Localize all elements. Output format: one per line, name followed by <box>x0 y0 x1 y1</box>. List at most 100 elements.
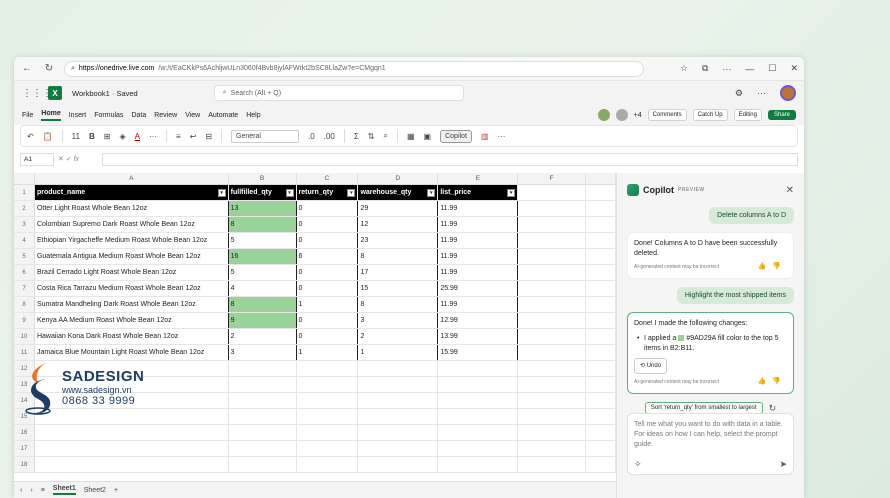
filter-dropdown-icon[interactable]: ▾ <box>217 189 226 197</box>
feedback-icons[interactable]: 👍👎 <box>758 262 787 272</box>
refresh-icon[interactable]: ↻ <box>769 403 777 414</box>
row-number[interactable]: 7 <box>14 281 35 296</box>
table-cell[interactable]: 13.99 <box>438 329 519 344</box>
table-cell[interactable] <box>358 361 439 376</box>
row-number[interactable]: 3 <box>14 217 35 232</box>
table-cell[interactable]: 5 <box>229 265 297 280</box>
table-cell[interactable]: 25.99 <box>438 281 519 296</box>
table-cell[interactable]: 8 <box>358 249 439 264</box>
table-cell[interactable]: 1 <box>297 345 359 360</box>
fill-color-icon[interactable]: ◈ <box>119 132 125 141</box>
row-number[interactable]: 4 <box>14 233 35 248</box>
table-cell[interactable]: 8 <box>228 297 297 312</box>
table-cell[interactable] <box>358 393 439 408</box>
table-cell[interactable]: 12.99 <box>438 313 519 328</box>
more-icon[interactable]: ··· <box>149 132 157 141</box>
column-header[interactable] <box>586 173 616 184</box>
close-icon[interactable]: ✕ <box>790 63 798 74</box>
font-color-icon[interactable]: A <box>135 132 140 141</box>
column-header[interactable]: E <box>438 173 519 184</box>
table-cell[interactable] <box>438 409 519 424</box>
addins-icon[interactable]: ▥ <box>481 132 489 141</box>
row-number[interactable]: 18 <box>14 457 35 472</box>
table-cell[interactable] <box>586 281 616 296</box>
paste-icon[interactable]: 📋 <box>43 132 53 141</box>
select-all[interactable] <box>14 173 35 184</box>
favorites-icon[interactable]: ☆ <box>680 63 688 74</box>
maximize-icon[interactable]: ☐ <box>768 63 776 74</box>
menu-formulas[interactable]: Formulas <box>94 112 123 119</box>
column-header[interactable]: F <box>518 173 587 184</box>
menu-data[interactable]: Data <box>131 112 146 119</box>
table-cell[interactable] <box>297 409 359 424</box>
table-cell[interactable]: 15 <box>358 281 439 296</box>
table-cell[interactable]: Sumatra Mandheling Dark Roast Whole Bean… <box>35 297 229 312</box>
menu-view[interactable]: View <box>185 112 200 119</box>
share-button[interactable]: Share <box>767 110 796 120</box>
row-number[interactable]: 16 <box>14 425 35 440</box>
table-cell[interactable] <box>297 425 359 440</box>
table-cell[interactable] <box>586 345 616 360</box>
wrap-icon[interactable]: ↩ <box>190 132 197 141</box>
table-cell[interactable]: Kenya AA Medium Roast Whole Bean 12oz <box>35 313 229 328</box>
table-cell[interactable] <box>297 457 359 472</box>
spreadsheet-grid[interactable]: A B C D E F 1 product_name ▾ fullfilled_qty… <box>14 173 616 485</box>
table-cell[interactable]: 1 <box>358 345 439 360</box>
menu-insert[interactable]: Insert <box>69 112 87 119</box>
table-cell[interactable]: warehouse_qty ▾ <box>358 185 439 200</box>
menu-automate[interactable]: Automate <box>208 112 238 119</box>
menu-review[interactable]: Review <box>154 112 177 119</box>
row-number[interactable]: 6 <box>14 265 35 280</box>
presence-avatar[interactable] <box>597 109 610 121</box>
table-cell[interactable]: 11.99 <box>438 297 519 312</box>
table-cell[interactable] <box>297 377 359 392</box>
table-cell[interactable] <box>586 313 616 328</box>
find-icon[interactable]: ⌕ <box>384 131 388 141</box>
row-number[interactable]: 2 <box>14 201 35 216</box>
table-cell[interactable] <box>586 425 616 440</box>
filter-dropdown-icon[interactable]: ▾ <box>507 189 516 197</box>
column-header[interactable]: B <box>229 173 297 184</box>
search-input[interactable]: ⌕ Search (Alt + Q) <box>213 85 464 101</box>
table-cell[interactable] <box>518 249 587 264</box>
filter-dropdown-icon[interactable]: ▾ <box>427 189 436 197</box>
presence-count[interactable]: +4 <box>634 112 642 119</box>
back-icon[interactable]: ← <box>20 63 34 74</box>
table-cell[interactable]: return_qty ▾ <box>296 185 359 200</box>
number-format-select[interactable]: General <box>231 129 300 143</box>
table-cell[interactable] <box>586 457 616 472</box>
copilot-button[interactable]: Copilot <box>440 129 472 143</box>
more-icon[interactable]: ··· <box>722 64 731 74</box>
table-cell[interactable] <box>586 201 616 216</box>
table-cell[interactable] <box>229 425 297 440</box>
fx-icon[interactable]: ✕ ✓ fx <box>58 155 98 163</box>
table-cell[interactable]: 8 <box>358 297 439 312</box>
table-cell[interactable]: 0 <box>297 329 359 344</box>
table-cell[interactable] <box>586 297 616 312</box>
sheet-tab[interactable]: Sheet1 <box>52 485 76 495</box>
prompt-guide-icon[interactable]: ✧ <box>634 459 642 469</box>
table-cell[interactable]: 0 <box>297 281 359 296</box>
table-cell[interactable] <box>229 457 297 472</box>
table-cell[interactable] <box>586 409 616 424</box>
table-cell[interactable] <box>518 441 587 456</box>
table-cell[interactable] <box>518 377 587 392</box>
bold-button[interactable]: B <box>89 132 95 141</box>
address-bar[interactable]: ⌕ https://onedrive.live.com/w:/t/EaCKkPs… <box>64 60 644 77</box>
menu-help[interactable]: Help <box>246 112 260 119</box>
table-cell[interactable] <box>229 361 297 376</box>
table-cell[interactable] <box>358 457 439 472</box>
table-cell[interactable]: 11.99 <box>438 265 519 280</box>
column-header[interactable]: C <box>297 173 359 184</box>
table-cell[interactable] <box>358 409 439 424</box>
table-cell[interactable] <box>438 361 519 376</box>
table-cell[interactable] <box>438 393 519 408</box>
table-cell[interactable]: 12 <box>358 217 439 232</box>
table-icon[interactable]: ▦ <box>407 132 415 141</box>
minimize-icon[interactable]: — <box>745 64 754 74</box>
next-sheet-icon[interactable]: › <box>30 487 32 494</box>
table-cell[interactable] <box>518 393 587 408</box>
add-sheet-button[interactable]: + <box>114 487 118 494</box>
sheet-list-icon[interactable]: ≡ <box>41 487 45 494</box>
table-cell[interactable]: Guatemala Antigua Medium Roast Whole Bea… <box>35 249 229 264</box>
